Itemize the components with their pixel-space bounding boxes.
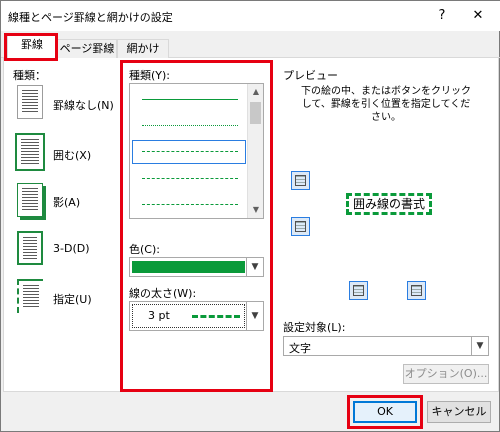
setting-box-label[interactable]: 囲む(X) bbox=[53, 147, 91, 163]
border-top-button[interactable] bbox=[291, 171, 310, 190]
tab-page-border[interactable]: ページ罫線 bbox=[57, 39, 117, 58]
line-style-dashed-large[interactable] bbox=[142, 204, 238, 205]
setting-custom-icon[interactable] bbox=[17, 279, 43, 313]
width-value: 3 pt bbox=[148, 309, 170, 322]
color-swatch bbox=[132, 261, 245, 273]
line-style-dashed-medium[interactable] bbox=[142, 178, 238, 179]
title-bar: 線種とページ罫線と網かけの設定 ? ✕ bbox=[1, 1, 500, 31]
scroll-up-icon[interactable]: ▲ bbox=[248, 84, 264, 100]
border-left-button[interactable] bbox=[349, 281, 368, 300]
scroll-down-icon[interactable]: ▼ bbox=[248, 202, 264, 218]
line-style-selection bbox=[132, 140, 246, 164]
options-button[interactable]: オプション(O)... bbox=[403, 364, 489, 384]
setting-none-icon[interactable] bbox=[17, 85, 43, 119]
setting-box-icon[interactable] bbox=[15, 133, 45, 171]
chevron-down-icon[interactable]: ▼ bbox=[246, 302, 263, 330]
chevron-down-icon[interactable]: ▼ bbox=[471, 337, 488, 355]
color-label: 色(C): bbox=[129, 243, 160, 256]
preview-heading: プレビュー bbox=[283, 69, 338, 82]
preview-instructions: 下の絵の中、またはボタンをクリックして、罫線を引く位置を指定してください。 bbox=[301, 86, 471, 123]
close-icon[interactable]: ✕ bbox=[467, 5, 489, 27]
width-sample-line bbox=[192, 315, 240, 318]
width-dropdown[interactable]: 3 pt ▼ bbox=[129, 301, 264, 331]
line-style-dotted[interactable] bbox=[142, 125, 238, 126]
width-label: 線の太さ(W): bbox=[129, 287, 197, 300]
setting-shadow-label[interactable]: 影(A) bbox=[53, 194, 80, 210]
setting-custom-label[interactable]: 指定(U) bbox=[53, 291, 92, 307]
apply-to-label: 設定対象(L): bbox=[283, 321, 346, 334]
tab-borders[interactable]: 罫線 bbox=[7, 35, 57, 58]
dialog-title: 線種とページ罫線と網かけの設定 bbox=[8, 11, 173, 24]
border-bottom-button[interactable] bbox=[291, 217, 310, 236]
setting-3d-label[interactable]: 3-D(D) bbox=[53, 242, 90, 255]
setting-3d-icon[interactable] bbox=[17, 231, 43, 265]
apply-to-value: 文字 bbox=[289, 342, 311, 355]
style-scrollbar[interactable]: ▲ ▼ bbox=[247, 84, 263, 218]
style-heading: 種類(Y): bbox=[129, 69, 171, 82]
line-style-dashed-small[interactable] bbox=[142, 151, 238, 152]
cancel-button[interactable]: キャンセル bbox=[427, 401, 491, 423]
color-dropdown[interactable]: ▼ bbox=[129, 257, 264, 277]
chevron-down-icon[interactable]: ▼ bbox=[246, 258, 263, 276]
setting-heading: 種類： bbox=[13, 69, 46, 82]
style-listbox[interactable]: ▲ ▼ bbox=[129, 83, 264, 219]
apply-to-dropdown[interactable]: 文字 ▼ bbox=[283, 336, 489, 356]
scroll-thumb[interactable] bbox=[250, 102, 261, 124]
tab-shading[interactable]: 網かけ bbox=[117, 39, 169, 58]
preview-sample[interactable]: 囲み線の書式 bbox=[346, 193, 432, 215]
dialog: 線種とページ罫線と網かけの設定 ? ✕ 罫線 ページ罫線 網かけ 種類： 罫線な… bbox=[0, 0, 500, 432]
help-button[interactable]: ? bbox=[431, 5, 453, 27]
ok-button[interactable]: OK bbox=[353, 401, 417, 423]
setting-shadow-icon[interactable] bbox=[17, 183, 43, 217]
line-style-solid[interactable] bbox=[142, 99, 238, 100]
setting-none-label[interactable]: 罫線なし(N) bbox=[53, 97, 114, 113]
border-right-button[interactable] bbox=[407, 281, 426, 300]
